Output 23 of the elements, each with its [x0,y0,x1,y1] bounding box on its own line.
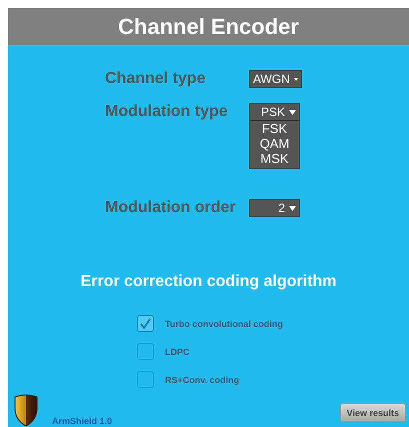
caret-icon [289,206,296,210]
checkbox-label: LDPC [165,346,190,356]
checkbox-label: RS+Conv. coding [165,374,240,384]
dropdown-option[interactable]: QAM [260,136,290,151]
dropdown[interactable]: 2 [249,199,300,217]
caret-icon [294,76,298,82]
app-name: ArmShield 1.0 [52,416,112,426]
dropdown-option[interactable]: FSK [262,121,288,136]
checkbox[interactable] [137,371,154,388]
dropdown[interactable]: AWGN [249,70,302,88]
checkbox-label: Turbo convolutional coding [165,318,283,328]
field-label: Modulation order [105,199,237,217]
field-label: Modulation type [105,103,229,121]
shield-icon [14,393,38,426]
section-heading: Error correction coding algorithm [80,273,337,291]
dropdown-option[interactable]: MSK [260,151,289,166]
caret-icon [289,110,296,114]
field-label: Channel type [105,70,206,88]
checkbox[interactable] [137,343,154,360]
window-title: Channel Encoder [118,13,299,41]
dropdown[interactable]: PSK [249,103,300,121]
checkbox[interactable] [137,315,154,332]
view-results-button[interactable]: View results [340,403,406,422]
